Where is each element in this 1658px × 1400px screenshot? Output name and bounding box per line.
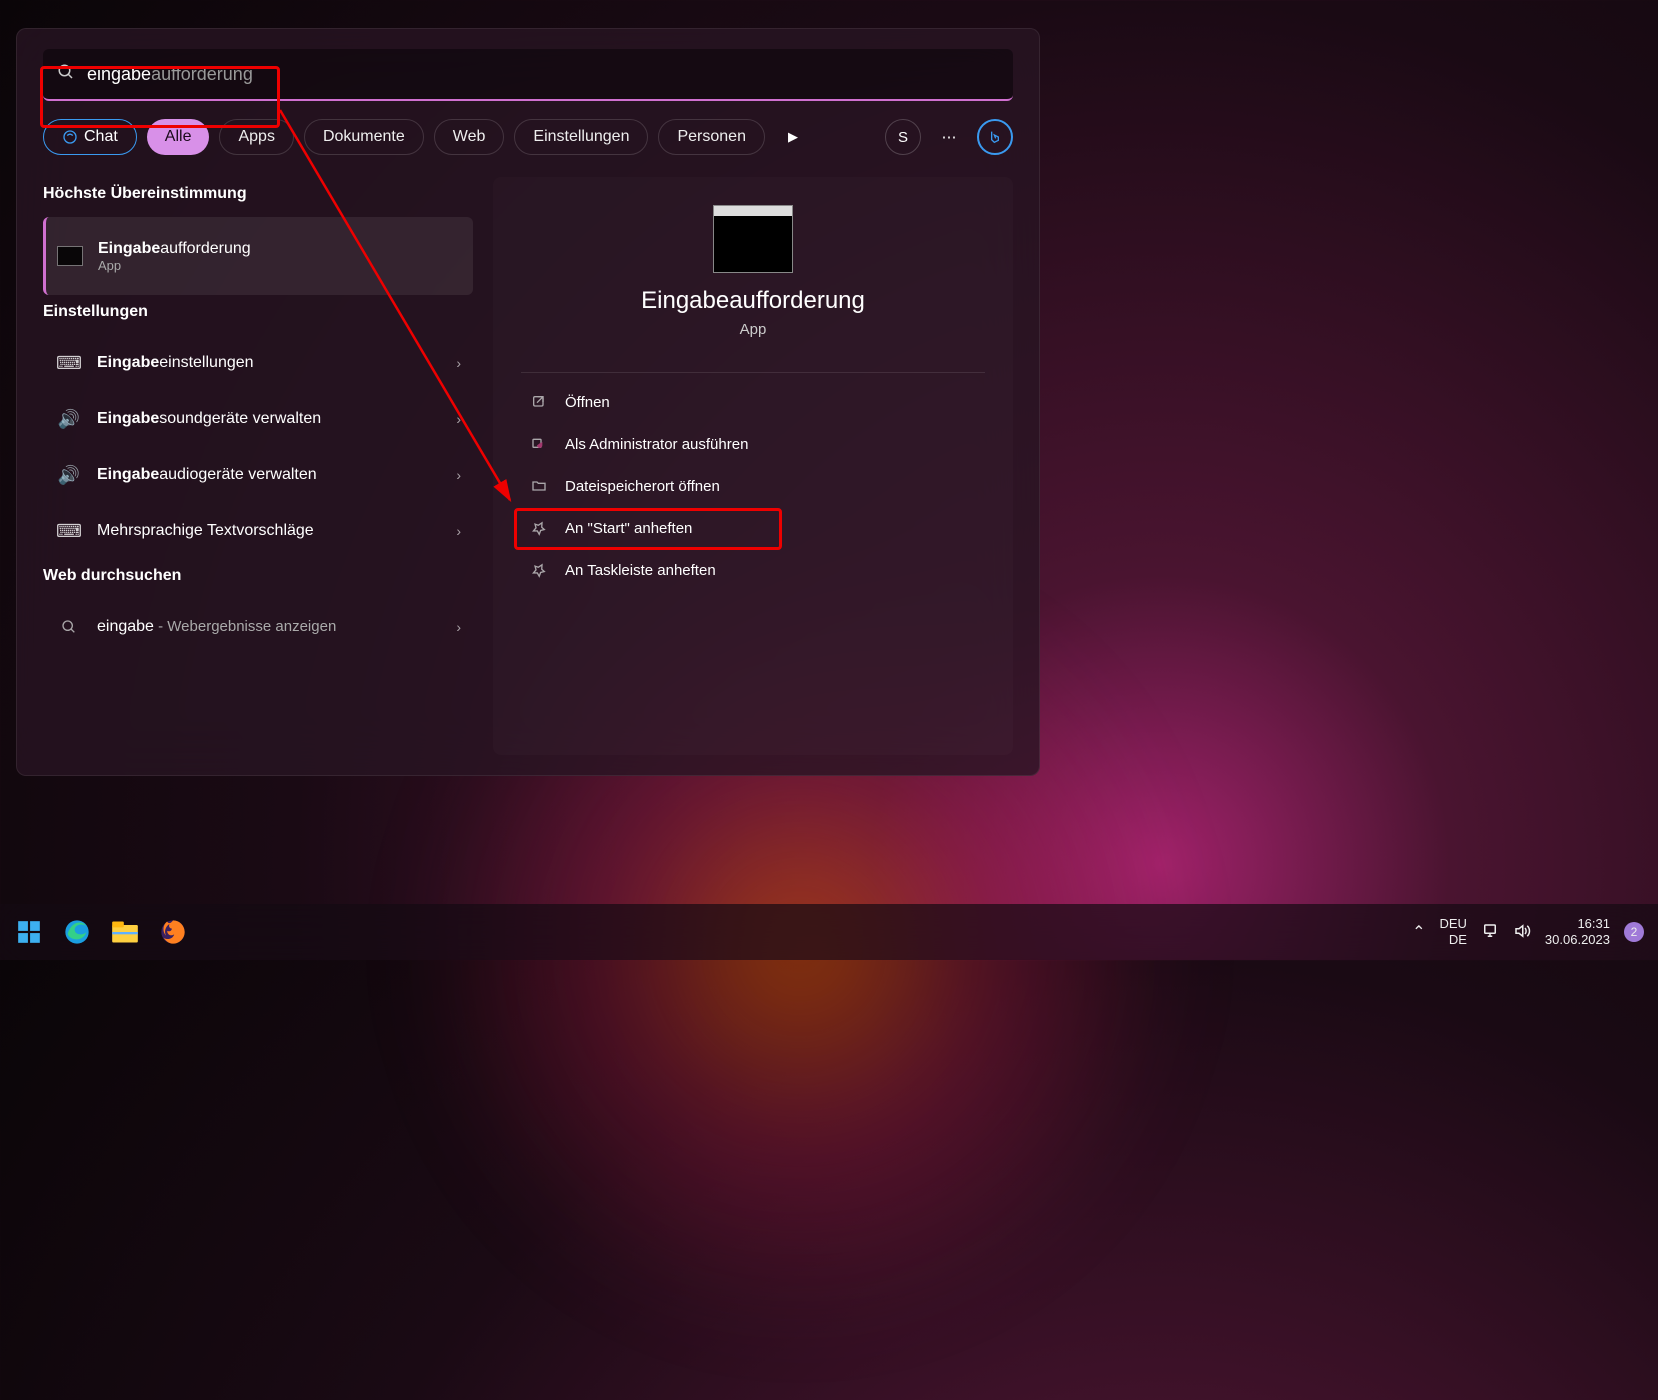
volume-icon[interactable] (1513, 922, 1531, 943)
action-run-as-admin[interactable]: Als Administrator ausführen (521, 423, 985, 465)
action-open[interactable]: Öffnen (521, 381, 985, 423)
web-result[interactable]: eingabe - Webergebnisse anzeigen › (43, 599, 473, 655)
search-icon (55, 619, 83, 635)
cmd-small-icon (56, 246, 84, 266)
filter-people[interactable]: Personen (658, 119, 765, 155)
clock[interactable]: 16:31 30.06.2023 (1545, 916, 1610, 947)
action-pin-taskbar[interactable]: An Taskleiste anheften (521, 549, 985, 591)
search-suggestion-text: aufforderung (151, 64, 253, 84)
notification-badge[interactable]: 2 (1624, 922, 1644, 942)
best-match-result[interactable]: Eingabeaufforderung App (43, 217, 473, 295)
network-icon[interactable] (1481, 922, 1499, 943)
cmd-large-icon (713, 205, 793, 273)
sound-icon: 🔊 (55, 465, 83, 486)
filter-row: Chat Alle Apps Dokumente Web Einstellung… (43, 119, 1013, 155)
search-input[interactable]: eingabeaufforderung (87, 64, 999, 85)
action-open-location[interactable]: Dateispeicherort öffnen (521, 465, 985, 507)
edge-icon[interactable] (62, 917, 92, 947)
filter-apps[interactable]: Apps (219, 119, 293, 155)
firefox-icon[interactable] (158, 917, 188, 947)
settings-result-3[interactable]: ⌨ Mehrsprachige Textvorschläge › (43, 503, 473, 559)
filter-all[interactable]: Alle (147, 119, 210, 155)
user-avatar[interactable]: S (885, 119, 921, 155)
filter-more-arrow[interactable]: ▶ (775, 119, 811, 155)
best-match-header: Höchste Übereinstimmung (43, 185, 473, 203)
filter-chat[interactable]: Chat (43, 119, 137, 155)
chevron-right-icon: › (456, 467, 461, 483)
filter-documents[interactable]: Dokumente (304, 119, 424, 155)
settings-result-2[interactable]: 🔊 Eingabeaudiogeräte verwalten › (43, 447, 473, 503)
results-left-column: Höchste Übereinstimmung Eingabeaufforder… (43, 177, 473, 755)
search-bar[interactable]: eingabeaufforderung (43, 49, 1013, 101)
folder-icon (529, 478, 549, 494)
divider (521, 372, 985, 373)
tray-chevron-icon[interactable]: ⌃ (1412, 922, 1425, 942)
detail-panel: Eingabeaufforderung App Öffnen Als Admin… (493, 177, 1013, 755)
admin-shield-icon (529, 436, 549, 452)
chevron-right-icon: › (456, 619, 461, 635)
settings-result-1[interactable]: 🔊 Eingabesoundgeräte verwalten › (43, 391, 473, 447)
open-icon (529, 394, 549, 410)
explorer-icon[interactable] (110, 917, 140, 947)
start-button[interactable] (14, 917, 44, 947)
chevron-right-icon: › (456, 523, 461, 539)
web-results-header: Web durchsuchen (43, 567, 473, 585)
start-search-panel: eingabeaufforderung Chat Alle Apps Dokum… (16, 28, 1040, 776)
language-indicator[interactable]: DEU DE (1439, 916, 1466, 947)
settings-results-header: Einstellungen (43, 303, 473, 321)
pin-icon (529, 520, 549, 536)
filter-settings[interactable]: Einstellungen (514, 119, 648, 155)
chevron-right-icon: › (456, 411, 461, 427)
detail-title: Eingabeaufforderung (641, 287, 865, 315)
search-typed-text: eingabe (87, 64, 151, 84)
system-tray: ⌃ DEU DE 16:31 30.06.2023 2 (1412, 916, 1644, 947)
pin-icon (529, 562, 549, 578)
chevron-right-icon: › (456, 355, 461, 371)
filter-web[interactable]: Web (434, 119, 505, 155)
search-icon (57, 63, 75, 86)
more-options-icon[interactable]: ⋯ (931, 119, 967, 155)
taskbar: ⌃ DEU DE 16:31 30.06.2023 2 (0, 904, 1658, 960)
sound-icon: 🔊 (55, 409, 83, 430)
detail-subtitle: App (740, 321, 767, 338)
keyboard-icon: ⌨ (55, 353, 83, 374)
action-pin-start[interactable]: An "Start" anheften (521, 507, 985, 549)
settings-result-0[interactable]: ⌨ Eingabeeinstellungen › (43, 335, 473, 391)
keyboard-icon: ⌨ (55, 521, 83, 542)
bing-chat-icon[interactable] (977, 119, 1013, 155)
